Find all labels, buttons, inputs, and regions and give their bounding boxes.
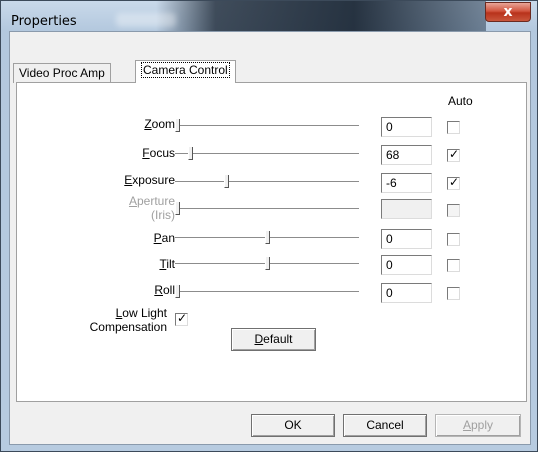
auto-column-header: Auto	[448, 94, 473, 108]
aperture-value-field	[381, 199, 432, 219]
check-icon: ✓	[449, 147, 460, 161]
tab-video-proc-amp[interactable]: Video Proc Amp	[13, 63, 111, 83]
pan-slider[interactable]	[173, 231, 361, 245]
pan-auto-checkbox[interactable]	[447, 233, 460, 246]
tilt-label: Tilt	[55, 257, 175, 271]
tab-label: Camera Control	[141, 62, 230, 78]
ok-button-label: OK	[284, 418, 302, 432]
slider-track	[175, 153, 359, 155]
roll-auto-checkbox[interactable]	[447, 287, 460, 300]
focus-label-accel: F	[142, 146, 150, 160]
tilt-slider[interactable]	[173, 257, 361, 271]
zoom-label-rest: oom	[151, 117, 175, 131]
zoom-label: Zoom	[55, 117, 175, 131]
focus-value-field[interactable]: 68	[381, 145, 432, 165]
slider-thumb	[175, 202, 180, 215]
exposure-auto-checkbox[interactable]: ✓	[447, 175, 460, 190]
slider-thumb[interactable]	[265, 231, 270, 244]
roll-value-field[interactable]: 0	[381, 283, 432, 303]
slider-thumb[interactable]	[175, 119, 180, 132]
focus-label: Focus	[55, 146, 175, 160]
roll-label-accel: R	[154, 283, 163, 297]
apply-button-rest: pply	[471, 418, 494, 432]
low-light-compensation-label: Low Light Compensation	[71, 306, 167, 334]
slider-thumb[interactable]	[224, 175, 229, 188]
title-bar-glare	[116, 13, 176, 27]
tab-camera-control[interactable]: Camera Control	[135, 60, 236, 83]
check-icon: ✓	[449, 175, 460, 189]
tilt-value: 0	[386, 258, 393, 272]
tilt-auto-checkbox[interactable]	[447, 259, 460, 272]
aperture-slider	[173, 202, 361, 216]
default-button-accel: D	[254, 332, 264, 346]
focus-value: 68	[386, 148, 400, 162]
slider-thumb[interactable]	[188, 147, 193, 160]
exposure-value: -6	[386, 176, 397, 190]
aperture-label-accel: A	[128, 194, 137, 208]
focus-slider[interactable]	[173, 147, 361, 161]
apply-button: Apply	[435, 414, 521, 437]
slider-track	[175, 181, 359, 183]
default-button-rest: efault	[263, 332, 293, 346]
aperture-auto-checkbox	[447, 204, 460, 217]
aperture-label-iris: (Iris)	[151, 208, 175, 222]
pan-value: 0	[386, 232, 393, 246]
exposure-slider[interactable]	[173, 175, 361, 189]
low-light-label-line2: Compensation	[89, 320, 167, 334]
properties-dialog: Properties x Video Proc Amp Camera Contr…	[0, 0, 538, 452]
zoom-value-field[interactable]: 0	[381, 117, 432, 137]
roll-value: 0	[386, 286, 393, 300]
low-light-compensation-checkbox[interactable]: ✓	[175, 311, 188, 326]
exposure-value-field[interactable]: -6	[381, 173, 432, 193]
exposure-label-rest: xposure	[132, 173, 175, 187]
aperture-label: Aperture (Iris)	[55, 194, 175, 222]
ok-button[interactable]: OK	[251, 414, 335, 437]
check-icon: ✓	[177, 311, 188, 325]
slider-thumb[interactable]	[265, 257, 270, 270]
aperture-label-rest: perture	[136, 194, 175, 208]
cancel-button-label: Cancel	[366, 418, 404, 432]
window-title: Properties	[11, 14, 77, 29]
focus-label-rest: ocus	[149, 146, 175, 160]
slider-track	[175, 291, 359, 293]
exposure-label: Exposure	[55, 173, 175, 187]
tilt-value-field[interactable]: 0	[381, 255, 432, 275]
apply-button-accel: A	[462, 418, 471, 432]
focus-auto-checkbox[interactable]: ✓	[447, 147, 460, 162]
zoom-slider[interactable]	[173, 119, 361, 133]
zoom-value: 0	[386, 120, 393, 134]
roll-slider[interactable]	[173, 285, 361, 299]
close-icon: x	[503, 4, 513, 20]
pan-label: Pan	[55, 231, 175, 245]
cancel-button[interactable]: Cancel	[343, 414, 427, 437]
tab-label: Video Proc Amp	[19, 66, 105, 80]
pan-value-field[interactable]: 0	[381, 229, 432, 249]
roll-label: Roll	[55, 283, 175, 297]
slider-track	[175, 208, 359, 210]
zoom-label-accel: Z	[144, 117, 152, 131]
pan-label-accel: P	[153, 231, 162, 245]
slider-track	[175, 125, 359, 127]
low-light-label-rest: ow Light	[122, 306, 167, 320]
slider-thumb[interactable]	[175, 285, 180, 298]
default-button[interactable]: Default	[231, 328, 316, 351]
zoom-auto-checkbox[interactable]	[447, 121, 460, 134]
close-button[interactable]: x	[485, 2, 531, 22]
